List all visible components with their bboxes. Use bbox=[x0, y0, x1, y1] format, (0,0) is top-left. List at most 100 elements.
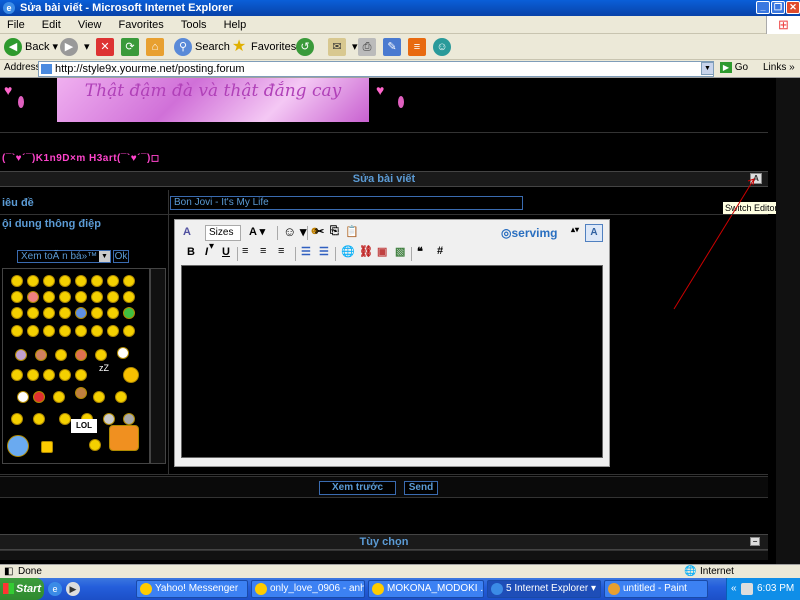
emoticon[interactable] bbox=[33, 391, 45, 403]
flower-emoticon[interactable] bbox=[7, 435, 29, 457]
text-color-icon[interactable]: A ▾ bbox=[249, 225, 265, 238]
emoticon-scrollbar[interactable] bbox=[150, 268, 166, 464]
emoticon[interactable] bbox=[11, 369, 23, 381]
taskbar-item-chat-1[interactable]: only_love_0906 - anh... bbox=[251, 580, 365, 598]
address-dropdown-icon[interactable]: ▼ bbox=[701, 62, 714, 75]
align-center-icon[interactable]: ≡ bbox=[260, 245, 266, 257]
tray-expand-icon[interactable]: « bbox=[731, 578, 737, 600]
font-icon[interactable]: A bbox=[183, 226, 191, 238]
volume-icon[interactable] bbox=[741, 583, 753, 595]
emoticon[interactable] bbox=[59, 307, 71, 319]
taskbar-item-yahoo-messenger[interactable]: Yahoo! Messenger bbox=[136, 580, 248, 598]
servimg-logo[interactable]: ◎servimg bbox=[501, 226, 558, 240]
picture-icon[interactable]: ▧ bbox=[395, 245, 405, 258]
preview-button[interactable]: Xem trước bbox=[319, 481, 396, 495]
sun-emoticon[interactable] bbox=[123, 367, 139, 383]
emoticon[interactable] bbox=[17, 391, 29, 403]
ok-button[interactable]: Ok bbox=[113, 250, 129, 263]
emoticon[interactable] bbox=[41, 441, 53, 453]
bold-button[interactable]: B bbox=[187, 246, 195, 258]
emoticon[interactable] bbox=[11, 325, 23, 337]
emoticon[interactable] bbox=[89, 439, 101, 451]
menu-file[interactable]: File bbox=[0, 16, 32, 34]
page-vertical-scrollbar[interactable] bbox=[776, 78, 800, 564]
smiley-icon[interactable]: ☺ ▾ bbox=[283, 224, 306, 240]
unlink-icon[interactable]: ⛓ bbox=[359, 245, 373, 258]
mail-button[interactable]: ✉ ▾ bbox=[328, 37, 358, 57]
link-icon[interactable]: 🌐 bbox=[341, 245, 355, 258]
switch-editor-mode-button[interactable]: A bbox=[585, 224, 603, 242]
emoticon[interactable] bbox=[43, 275, 55, 287]
italic-button[interactable]: I bbox=[205, 246, 208, 258]
code-icon[interactable]: # bbox=[437, 245, 443, 257]
copy-icon[interactable]: ⎘ bbox=[330, 225, 339, 238]
emoticon[interactable] bbox=[59, 369, 71, 381]
menu-help[interactable]: Help bbox=[217, 16, 254, 34]
close-button[interactable]: ✕ bbox=[786, 1, 800, 14]
stop-button[interactable]: ✕ bbox=[96, 37, 117, 57]
image-icon[interactable]: ▣ bbox=[377, 245, 387, 258]
emoticon[interactable] bbox=[59, 413, 71, 425]
quote-icon[interactable]: ❝ bbox=[417, 245, 423, 258]
emoticon[interactable] bbox=[15, 349, 27, 361]
emoticon[interactable] bbox=[91, 307, 103, 319]
emoticon[interactable] bbox=[107, 325, 119, 337]
emoticon[interactable] bbox=[59, 275, 71, 287]
taskbar-item-paint[interactable]: untitled - Paint bbox=[604, 580, 708, 598]
emoticon[interactable] bbox=[11, 291, 23, 303]
maximize-button[interactable]: ❐ bbox=[771, 1, 785, 14]
forward-button[interactable]: ▶ ▾ bbox=[60, 37, 90, 57]
emoticon[interactable] bbox=[53, 391, 65, 403]
emoticon[interactable] bbox=[117, 347, 129, 359]
ie-quicklaunch-icon[interactable]: e bbox=[48, 582, 62, 596]
emoticon[interactable] bbox=[123, 325, 135, 337]
discuss-button[interactable]: ≡ bbox=[408, 37, 429, 57]
emoticon[interactable] bbox=[43, 291, 55, 303]
back-button[interactable]: ◀ Back ▾ bbox=[4, 37, 58, 57]
align-left-icon[interactable]: ≡ bbox=[242, 245, 248, 257]
emoticon[interactable] bbox=[107, 307, 119, 319]
lol-emoticon[interactable]: LOL bbox=[71, 419, 97, 433]
address-input[interactable]: http://style9x.yourme.net/posting.forum bbox=[38, 61, 714, 77]
emoticon[interactable] bbox=[91, 325, 103, 337]
emoticon[interactable] bbox=[91, 291, 103, 303]
taskbar-item-internet-explorer[interactable]: 5 Internet Explorer ▾ bbox=[487, 580, 601, 598]
taskbar-item-chat-2[interactable]: MOKONA_MODOKI . (... bbox=[368, 580, 484, 598]
emoticon[interactable] bbox=[75, 325, 87, 337]
emoticon[interactable] bbox=[75, 369, 87, 381]
refresh-button[interactable]: ⟳ bbox=[121, 37, 142, 57]
underline-button[interactable]: U bbox=[222, 246, 230, 258]
favorites-button[interactable]: ★ Favorites bbox=[230, 37, 296, 57]
message-body-textarea[interactable] bbox=[181, 265, 603, 458]
emoticon[interactable] bbox=[75, 307, 87, 319]
menu-favorites[interactable]: Favorites bbox=[112, 16, 171, 34]
emoticon[interactable] bbox=[43, 325, 55, 337]
emoticon[interactable] bbox=[75, 387, 87, 399]
unordered-list-icon[interactable]: ☰ bbox=[319, 245, 329, 258]
emoticon[interactable] bbox=[109, 425, 139, 451]
emoticon[interactable] bbox=[55, 349, 67, 361]
emoticon[interactable] bbox=[43, 369, 55, 381]
align-right-icon[interactable]: ≡ bbox=[278, 245, 284, 257]
emoticon[interactable] bbox=[123, 275, 135, 287]
emoticon[interactable] bbox=[59, 325, 71, 337]
emoticon[interactable] bbox=[95, 349, 107, 361]
toolbar-scroll-icon[interactable]: ▴▾ bbox=[571, 225, 579, 234]
emoticon[interactable] bbox=[115, 391, 127, 403]
media-quicklaunch-icon[interactable]: ▶ bbox=[66, 582, 80, 596]
cut-icon[interactable]: ✂ bbox=[315, 225, 324, 238]
emoticon[interactable] bbox=[59, 291, 71, 303]
messenger-button[interactable]: ☺ bbox=[433, 37, 454, 57]
ordered-list-icon[interactable]: ☰ bbox=[301, 245, 311, 258]
emoticon[interactable] bbox=[35, 349, 47, 361]
print-button[interactable]: ⎙ bbox=[358, 37, 379, 57]
emoticon[interactable] bbox=[11, 275, 23, 287]
minimize-button[interactable]: _ bbox=[756, 1, 770, 14]
emoticon[interactable] bbox=[123, 413, 135, 425]
emoticon[interactable] bbox=[27, 325, 39, 337]
paste-icon[interactable]: 📋 bbox=[345, 225, 359, 238]
emoticon[interactable] bbox=[123, 307, 135, 319]
menu-view[interactable]: View bbox=[71, 16, 109, 34]
emoticon[interactable] bbox=[75, 275, 87, 287]
emoticon[interactable] bbox=[11, 413, 23, 425]
